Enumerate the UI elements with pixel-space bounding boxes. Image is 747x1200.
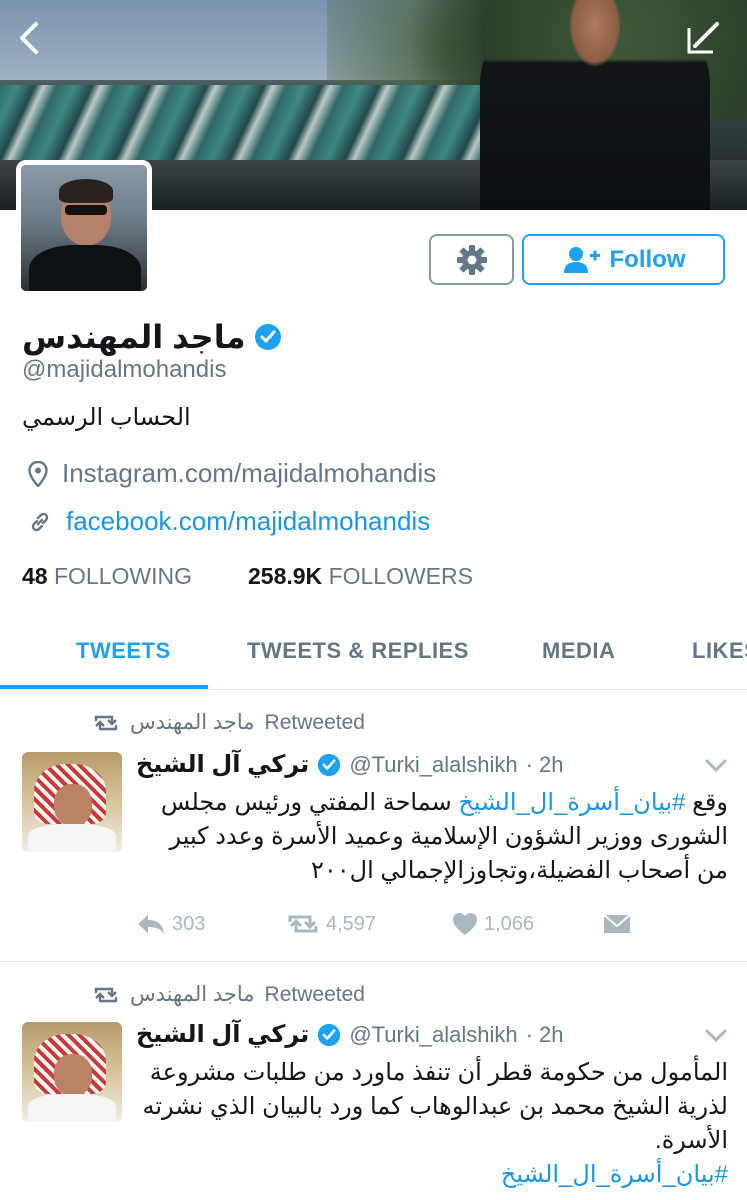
following-label: FOLLOWING [53,563,192,589]
location-text: Instagram.com/majidalmohandis [62,458,437,488]
followers-stat[interactable]: 258.9K FOLLOWERS [248,563,473,590]
like-button[interactable]: 1,066 [452,912,602,936]
profile-avatar[interactable] [16,160,152,296]
tweet-header: تركي آل الشيخ @Turki_alalshikh · 2h [136,1020,564,1049]
followers-label: FOLLOWERS [328,563,473,589]
tweet-actions: 303 4,597 1,066 [136,912,632,936]
avatar-coat [29,245,141,291]
profile-bio: الحساب الرسمي [22,404,191,431]
followers-count: 258.9K [248,563,323,589]
settings-button[interactable] [429,234,514,285]
banner-person [480,0,710,210]
retweeted-by: ماجد المهندس [130,983,255,1006]
tweet-time: · 2h [525,751,564,777]
reply-icon [138,915,164,934]
tweet-author-name[interactable]: تركي آل الشيخ [136,1020,309,1049]
tweet-hashtag[interactable]: #بيان_أسرة_ال_الشيخ [458,789,685,816]
tweet-text: المأمول من حكومة قطر أن تنفذ ماورد من طل… [136,1056,728,1192]
tweet-body: المأمول من حكومة قطر أن تنفذ ماورد من طل… [142,1059,728,1154]
reply-button[interactable]: 303 [136,913,286,936]
retweeted-label: Retweeted [264,710,365,734]
profile-tabs: TWEETS TWEETS & REPLIES MEDIA LIKES [0,612,747,690]
tweet-author-name[interactable]: تركي آل الشيخ [136,750,309,779]
location-pin-icon [28,460,48,487]
chevron-down-icon [705,759,727,773]
like-count: 1,066 [484,912,535,935]
retweet-icon [288,915,318,933]
following-count: 48 [22,563,48,589]
tweet-text-prefix: وقع [685,789,728,816]
tweet-text: وقع #بيان_أسرة_ال_الشيخ سماحة المفتي ورئ… [136,786,728,888]
heart-icon [453,913,477,935]
verified-badge-icon [254,324,281,350]
tweet-item[interactable]: ماجد المهندس Retweeted تركي آل الشيخ @Tu… [0,962,747,1200]
verified-badge-icon [318,753,341,776]
chevron-left-icon [20,22,38,54]
compose-icon [687,22,719,54]
tab-media[interactable]: MEDIA [542,638,615,664]
profile-name: ماجد المهندس [22,319,246,355]
reply-count: 303 [172,912,206,935]
tweet-author-avatar[interactable] [22,1022,122,1122]
add-user-icon [563,246,600,273]
follow-button[interactable]: Follow [522,234,725,285]
profile-location: Instagram.com/majidalmohandis [28,458,436,489]
tweet-author-handle: @Turki_alalshikh [349,751,518,777]
retweet-count: 4,597 [326,912,377,935]
avatar-face [54,784,92,826]
tweet-hashtag[interactable]: #بيان_أسرة_ال_الشيخ [501,1161,728,1188]
retweet-context: ماجد المهندس Retweeted [92,710,365,735]
tweet-time: · 2h [525,1021,564,1047]
tab-tweets-replies[interactable]: TWEETS & REPLIES [247,638,469,664]
following-stat[interactable]: 48 FOLLOWING [22,563,192,590]
back-button[interactable] [10,18,50,58]
retweet-button[interactable]: 4,597 [286,913,452,936]
retweet-icon [94,987,118,1002]
verified-badge-icon [318,1023,341,1046]
retweet-context: ماجد المهندس Retweeted [92,982,365,1007]
profile-name-row: ماجد المهندس [22,318,282,356]
direct-message-button[interactable] [602,912,632,936]
retweet-icon [94,715,118,730]
gear-icon [456,244,487,275]
retweeted-label: Retweeted [264,982,365,1006]
profile-stats: 48 FOLLOWING 258.9K FOLLOWERS [22,563,473,590]
avatar-face [54,1054,92,1096]
tweet-item[interactable]: ماجد المهندس Retweeted تركي آل الشيخ @Tu… [0,690,747,962]
envelope-icon [603,914,631,933]
avatar-hair [59,179,113,203]
tweet-menu-button[interactable] [704,758,728,774]
tab-tweets[interactable]: TWEETS [76,638,171,664]
avatar-robe [28,824,116,852]
profile-handle: @majidalmohandis [22,356,227,383]
tweet-author-handle: @Turki_alalshikh [349,1021,518,1047]
compose-button[interactable] [683,18,723,58]
tweet-header: تركي آل الشيخ @Turki_alalshikh · 2h [136,750,564,779]
avatar-sunglasses [65,205,107,215]
active-tab-indicator [0,685,208,689]
chevron-down-icon [705,1029,727,1043]
follow-label: Follow [609,245,686,273]
tweet-author-avatar[interactable] [22,752,122,852]
website-link[interactable]: facebook.com/majidalmohandis [66,506,430,537]
avatar-robe [28,1094,116,1122]
retweeted-by: ماجد المهندس [130,711,255,734]
tab-likes[interactable]: LIKES [692,638,747,664]
tweet-menu-button[interactable] [704,1028,728,1044]
profile-website[interactable]: facebook.com/majidalmohandis [28,506,430,537]
link-icon [31,512,49,531]
banner-railing [0,85,520,160]
